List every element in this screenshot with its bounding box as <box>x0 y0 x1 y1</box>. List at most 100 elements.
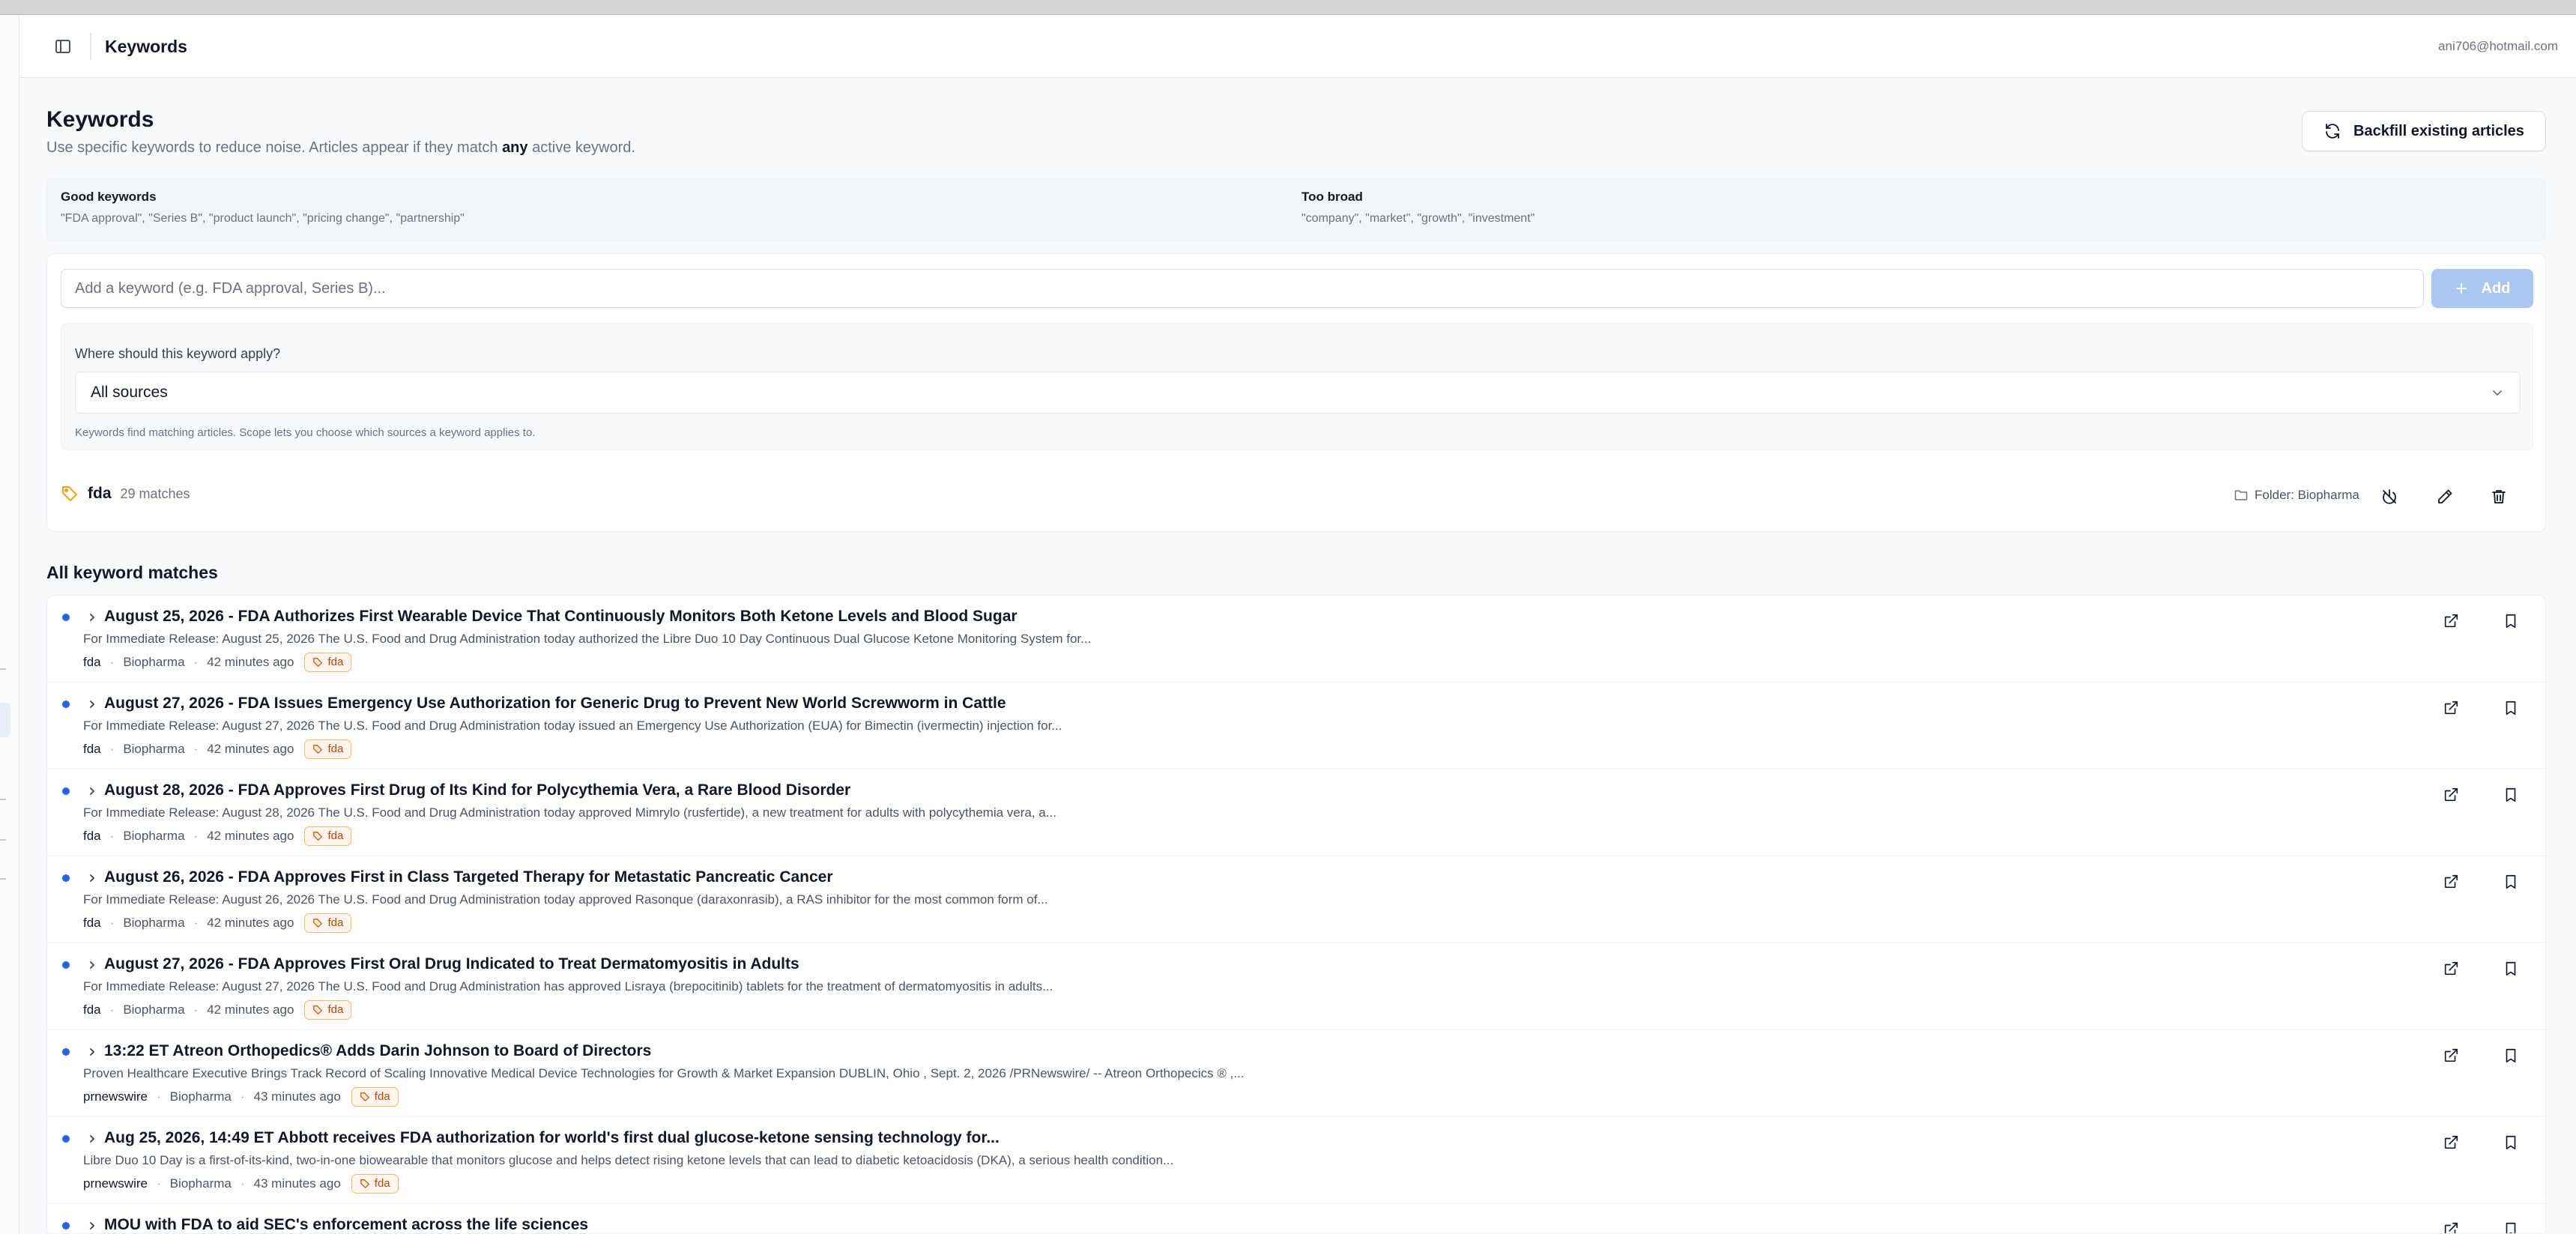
match-snippet: For Immediate Release: August 28, 2026 T… <box>83 805 1056 820</box>
bookmark-icon <box>2503 787 2519 803</box>
match-source: fda <box>83 655 101 669</box>
match-row[interactable]: August 26, 2026 - FDA Approves First in … <box>47 856 2545 943</box>
bookmark-icon <box>2503 961 2519 977</box>
expand-chevron-icon[interactable] <box>85 956 100 974</box>
unread-dot <box>62 701 70 708</box>
open-external-button[interactable] <box>2437 868 2464 895</box>
external-link-icon <box>2443 787 2459 803</box>
chevron-down-icon <box>2490 385 2505 400</box>
expand-chevron-icon[interactable] <box>85 695 100 713</box>
bookmark-button[interactable] <box>2497 1042 2524 1069</box>
open-external-button[interactable] <box>2437 695 2464 722</box>
backfill-label: Backfill existing articles <box>2353 122 2524 139</box>
match-meta: fda · Biopharma · 42 minutes ago fda <box>83 1000 352 1020</box>
add-label: Add <box>2481 279 2511 297</box>
expand-chevron-icon[interactable] <box>85 782 100 800</box>
open-external-button[interactable] <box>2437 608 2464 635</box>
keyword-name: fda <box>88 485 112 502</box>
keyword-tag-label: fda <box>374 1090 390 1103</box>
backfill-existing-articles-button[interactable]: Backfill existing articles <box>2302 111 2546 151</box>
collapsed-sidebar <box>0 15 19 1234</box>
match-title[interactable]: August 27, 2026 - FDA Approves First Ora… <box>104 954 799 975</box>
open-external-button[interactable] <box>2437 955 2464 982</box>
sidebar-toggle-button[interactable] <box>51 34 75 58</box>
match-meta: fda · Biopharma · 42 minutes ago fda <box>83 913 352 933</box>
open-external-button[interactable] <box>2437 1129 2464 1156</box>
match-row[interactable]: August 27, 2026 - FDA Issues Emergency U… <box>47 683 2545 769</box>
match-source: fda <box>83 742 101 756</box>
match-meta: prnewswire · Biopharma · 43 minutes ago fd… <box>83 1174 399 1194</box>
keyword-tag-label: fda <box>374 1177 390 1190</box>
bookmark-button[interactable] <box>2497 695 2524 722</box>
expand-chevron-icon[interactable] <box>85 1043 100 1061</box>
match-source: prnewswire <box>83 1176 148 1191</box>
external-link-icon <box>2443 1134 2459 1151</box>
bookmark-icon <box>2503 700 2519 716</box>
match-row[interactable]: MOU with FDA to aid SEC's enforcement ac… <box>47 1204 2545 1233</box>
match-row[interactable]: Aug 25, 2026, 14:49 ET Abbott receives F… <box>47 1117 2545 1204</box>
open-external-button[interactable] <box>2437 1216 2464 1233</box>
bookmark-icon <box>2503 613 2519 629</box>
external-link-icon <box>2443 700 2459 716</box>
bookmark-button[interactable] <box>2497 955 2524 982</box>
match-source: fda <box>83 916 101 930</box>
scope-select[interactable]: All sources <box>75 372 2521 414</box>
bookmark-button[interactable] <box>2497 1129 2524 1156</box>
folder-icon <box>2234 488 2249 503</box>
unread-dot <box>62 874 70 882</box>
open-external-button[interactable] <box>2437 1042 2464 1069</box>
page-title: Keywords <box>46 107 154 132</box>
collapsed-sidebar-active-item[interactable] <box>0 703 10 737</box>
add-keyword-button[interactable]: Add <box>2431 269 2533 308</box>
expand-chevron-icon[interactable] <box>85 608 100 626</box>
match-row[interactable]: August 27, 2026 - FDA Approves First Ora… <box>47 943 2545 1030</box>
bookmark-button[interactable] <box>2497 608 2524 635</box>
match-title[interactable]: 13:22 ET Atreon Orthopedics® Adds Darin … <box>104 1041 651 1062</box>
match-title[interactable]: Aug 25, 2026, 14:49 ET Abbott receives F… <box>104 1128 1000 1149</box>
match-row[interactable]: August 28, 2026 - FDA Approves First Dru… <box>47 769 2545 856</box>
scope-selected-value: All sources <box>91 384 168 401</box>
match-source: prnewswire <box>83 1089 148 1104</box>
tag-icon <box>312 657 323 668</box>
scope-help-text: Keywords find matching articles. Scope l… <box>75 426 536 439</box>
pencil-icon <box>2436 488 2454 506</box>
keyword-input[interactable] <box>61 269 2424 308</box>
delete-keyword-button[interactable] <box>2485 483 2512 510</box>
bookmark-button[interactable] <box>2497 1216 2524 1233</box>
match-snippet: For Immediate Release: August 26, 2026 T… <box>83 892 1048 907</box>
match-title[interactable]: MOU with FDA to aid SEC's enforcement ac… <box>104 1215 588 1233</box>
bookmark-icon <box>2503 1134 2519 1151</box>
keyword-tag-badge: fda <box>304 740 352 759</box>
match-folder: Biopharma <box>169 1089 232 1104</box>
match-row[interactable]: August 25, 2026 - FDA Authorizes First W… <box>47 596 2545 683</box>
match-title[interactable]: August 26, 2026 - FDA Approves First in … <box>104 867 833 888</box>
match-meta: fda · Biopharma · 42 minutes ago fda <box>83 826 352 846</box>
unread-dot <box>62 614 70 621</box>
expand-chevron-icon[interactable] <box>85 1217 100 1233</box>
match-row[interactable]: 13:22 ET Atreon Orthopedics® Adds Darin … <box>47 1030 2545 1117</box>
toggle-keyword-button[interactable] <box>2376 483 2403 510</box>
edit-keyword-button[interactable] <box>2431 483 2458 510</box>
bookmark-button[interactable] <box>2497 868 2524 895</box>
match-folder: Biopharma <box>123 1002 185 1017</box>
expand-chevron-icon[interactable] <box>85 1130 100 1148</box>
external-link-icon <box>2443 1221 2459 1233</box>
good-keywords-title: Good keywords <box>61 190 157 204</box>
expand-chevron-icon[interactable] <box>85 869 100 887</box>
match-title[interactable]: August 27, 2026 - FDA Issues Emergency U… <box>104 693 1006 714</box>
external-link-icon <box>2443 613 2459 629</box>
bookmark-button[interactable] <box>2497 781 2524 808</box>
match-folder: Biopharma <box>169 1176 232 1191</box>
user-email[interactable]: ani706@hotmail.com <box>2438 37 2558 55</box>
match-meta: fda · Biopharma · 42 minutes ago fda <box>83 653 352 672</box>
sidebar-toggle-icon <box>54 37 72 55</box>
trash-icon <box>2490 488 2508 506</box>
open-external-button[interactable] <box>2437 781 2464 808</box>
external-link-icon <box>2443 961 2459 977</box>
match-source: fda <box>83 1002 101 1017</box>
match-title[interactable]: August 28, 2026 - FDA Approves First Dru… <box>104 780 850 801</box>
match-source: fda <box>83 829 101 843</box>
keyword-tag-badge: fda <box>304 1000 352 1020</box>
match-title[interactable]: August 25, 2026 - FDA Authorizes First W… <box>104 606 1018 627</box>
refresh-icon <box>2323 122 2341 140</box>
